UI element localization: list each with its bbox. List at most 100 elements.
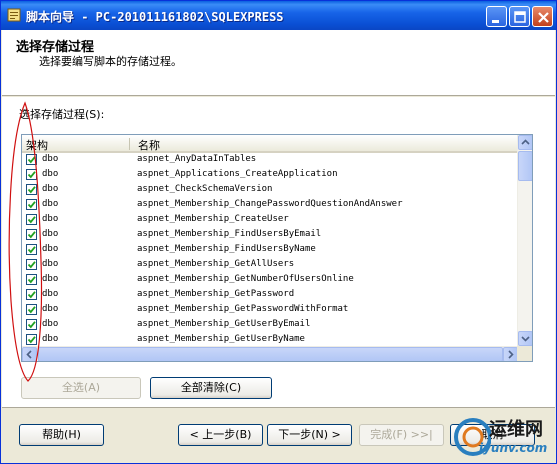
chevron-right-icon [508, 350, 514, 359]
column-divider[interactable] [129, 138, 130, 150]
row-procedure-name: aspnet_Membership_ChangePasswordQuestion… [137, 199, 403, 209]
check-icon [27, 291, 36, 299]
stored-procedure-list-label: 选择存储过程(S): [19, 108, 105, 121]
scroll-up-button[interactable] [518, 135, 532, 150]
watermark-text-primary: 运维网 [489, 419, 543, 440]
row-procedure-name: aspnet_AnyDataInTables [137, 154, 257, 164]
window-title: 脚本向导 - PC-201011161802\SQLEXPRESS [26, 10, 284, 24]
table-row[interactable]: dbo aspnet_Membership_CreateUser [22, 213, 518, 228]
row-procedure-name: aspnet_Membership_FindUsersByName [137, 244, 316, 254]
check-icon [27, 186, 36, 194]
table-row[interactable]: dbo aspnet_Membership_GetPasswordWithForm… [22, 303, 518, 318]
check-icon [27, 276, 36, 284]
row-checkbox[interactable] [26, 319, 37, 330]
table-row[interactable]: dbo aspnet_Membership_ChangePasswordQuest… [22, 198, 518, 213]
row-schema: dbo [42, 229, 59, 239]
minimize-icon [492, 20, 499, 23]
finish-button[interactable]: 完成(F) >>| [359, 424, 444, 446]
table-row[interactable]: dbo aspnet_CheckSchemaVersion [22, 183, 518, 198]
row-procedure-name: aspnet_Membership_GetPassword [137, 289, 295, 299]
row-procedure-name: aspnet_Membership_GetNumberOfUsersOnline [137, 274, 354, 284]
row-checkbox[interactable] [26, 289, 37, 300]
next-button[interactable]: 下一步(N) > [267, 424, 352, 446]
row-checkbox[interactable] [26, 334, 37, 345]
wizard-header: 选择存储过程 选择要编写脚本的存储过程。 [2, 30, 555, 96]
column-name-header[interactable]: 名称 [138, 137, 160, 153]
row-checkbox[interactable] [26, 184, 37, 195]
watermark-text-secondary: iyunv.com [479, 441, 548, 455]
select-all-button[interactable]: 全选(A) [21, 377, 141, 399]
scroll-right-button[interactable] [503, 347, 518, 361]
close-button[interactable] [532, 6, 553, 27]
page-subtitle: 选择要编写脚本的存储过程。 [39, 55, 182, 68]
table-row[interactable]: dbo aspnet_Membership_GetNumberOfUsersOnl… [22, 273, 518, 288]
check-icon [27, 306, 36, 314]
row-checkbox[interactable] [26, 304, 37, 315]
check-icon [27, 201, 36, 209]
maximize-icon [514, 11, 526, 23]
check-icon [27, 216, 36, 224]
row-schema: dbo [42, 319, 59, 329]
column-schema-header[interactable]: 架构 [26, 137, 48, 153]
row-checkbox[interactable] [26, 244, 37, 255]
check-icon [27, 261, 36, 269]
row-procedure-name: aspnet_Membership_CreateUser [137, 214, 289, 224]
row-checkbox[interactable] [26, 274, 37, 285]
minimize-button[interactable] [486, 6, 507, 27]
row-procedure-name: aspnet_CheckSchemaVersion [137, 184, 273, 194]
check-icon [27, 321, 36, 329]
wizard-content: 选择存储过程(S): 架构 名称 dbo aspnet_AnyDataInTabl… [2, 97, 555, 407]
row-checkbox[interactable] [26, 229, 37, 240]
row-checkbox[interactable] [26, 214, 37, 225]
row-schema: dbo [42, 214, 59, 224]
scroll-down-button[interactable] [518, 331, 532, 346]
row-schema: dbo [42, 334, 59, 344]
chevron-up-icon [521, 139, 530, 145]
check-icon [27, 231, 36, 239]
chevron-left-icon [26, 350, 32, 359]
row-procedure-name: aspnet_Membership_GetUserByName [137, 334, 305, 344]
vertical-scrollbar[interactable] [517, 135, 532, 346]
table-row[interactable]: dbo aspnet_Membership_GetPassword [22, 288, 518, 303]
list-rows: dbo aspnet_AnyDataInTables dbo aspnet_Appli… [22, 153, 518, 348]
table-row[interactable]: dbo aspnet_Membership_FindUsersByName [22, 243, 518, 258]
row-schema: dbo [42, 259, 59, 269]
horizontal-scroll-thumb[interactable] [38, 347, 503, 361]
wizard-app-icon [7, 8, 21, 22]
list-header: 架构 名称 [22, 135, 518, 153]
title-bar[interactable]: 脚本向导 - PC-201011161802\SQLEXPRESS [1, 1, 556, 30]
table-row[interactable]: dbo aspnet_Membership_GetAllUsers [22, 258, 518, 273]
row-checkbox[interactable] [26, 169, 37, 180]
row-procedure-name: aspnet_Membership_GetAllUsers [137, 259, 295, 269]
row-schema: dbo [42, 304, 59, 314]
row-checkbox[interactable] [26, 259, 37, 270]
row-schema: dbo [42, 289, 59, 299]
check-icon [27, 246, 36, 254]
help-button[interactable]: 帮助(H) [19, 424, 104, 446]
check-icon [27, 171, 36, 179]
check-icon [27, 336, 36, 344]
table-row[interactable]: dbo aspnet_Applications_CreateApplication [22, 168, 518, 183]
maximize-button[interactable] [509, 6, 530, 27]
scroll-left-button[interactable] [22, 347, 37, 361]
row-schema: dbo [42, 169, 59, 179]
stored-procedure-list[interactable]: 架构 名称 dbo aspnet_AnyDataInTables dbo aspnet… [21, 134, 533, 362]
script-wizard-window: 脚本向导 - PC-201011161802\SQLEXPRESS 选择存储过程… [0, 0, 557, 464]
row-checkbox[interactable] [26, 154, 37, 165]
row-schema: dbo [42, 199, 59, 209]
row-schema: dbo [42, 274, 59, 284]
row-procedure-name: aspnet_Membership_GetPasswordWithFormat [137, 304, 349, 314]
check-icon [27, 156, 36, 164]
row-procedure-name: aspnet_Membership_FindUsersByEmail [137, 229, 322, 239]
clear-all-button[interactable]: 全部清除(C) [150, 377, 272, 399]
table-row[interactable]: dbo aspnet_AnyDataInTables [22, 153, 518, 168]
back-button[interactable]: < 上一步(B) [178, 424, 263, 446]
close-icon [538, 12, 549, 23]
row-schema: dbo [42, 154, 59, 164]
row-schema: dbo [42, 184, 59, 194]
table-row[interactable]: dbo aspnet_Membership_FindUsersByEmail [22, 228, 518, 243]
row-checkbox[interactable] [26, 199, 37, 210]
table-row[interactable]: dbo aspnet_Membership_GetUserByEmail [22, 318, 518, 333]
horizontal-scrollbar[interactable] [22, 346, 518, 361]
vertical-scroll-thumb[interactable] [518, 151, 532, 181]
